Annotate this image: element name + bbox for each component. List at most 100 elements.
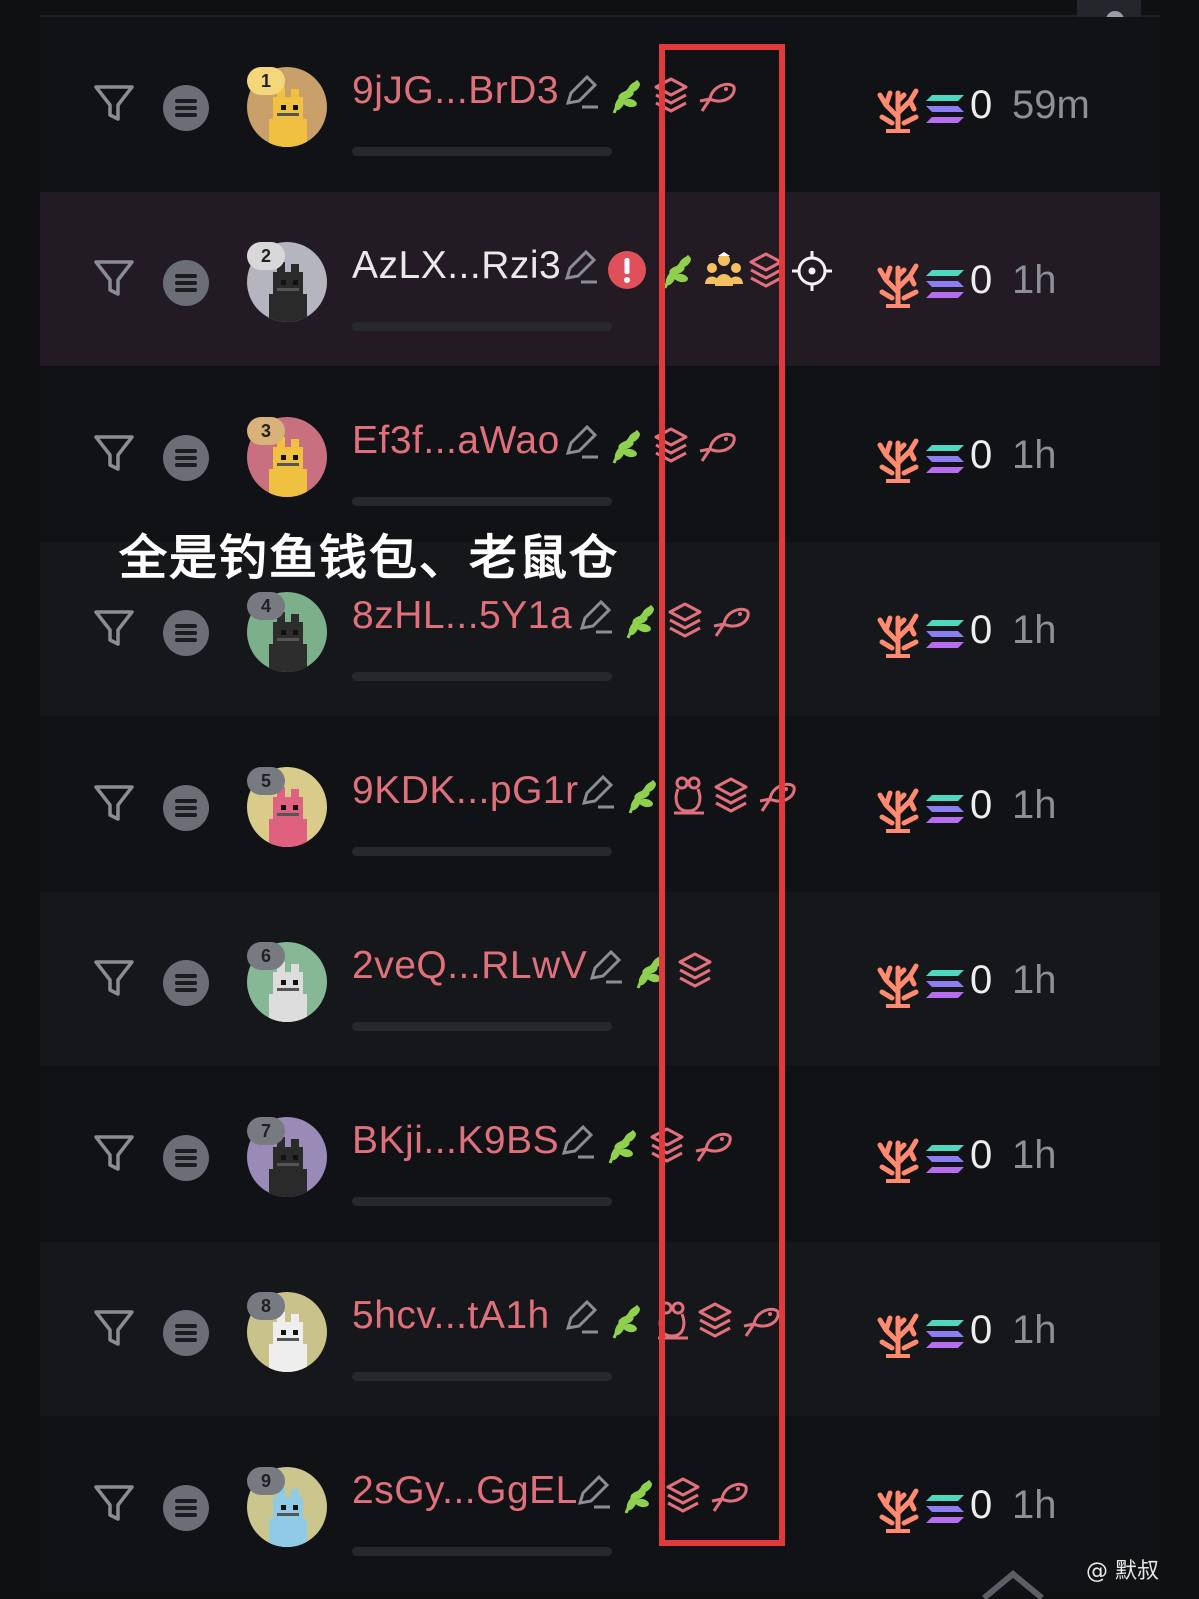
equal-icon[interactable] bbox=[163, 610, 209, 656]
wallet-row[interactable]: 8 5hcv...tA1h 0 1h bbox=[40, 1242, 1160, 1416]
crosshair-icon bbox=[791, 250, 833, 297]
rank-badge: 5 bbox=[247, 767, 285, 795]
coral-icon bbox=[874, 437, 922, 488]
solana-icon bbox=[926, 443, 966, 482]
leaf-icon bbox=[608, 75, 646, 122]
time-ago: 1h bbox=[1012, 433, 1057, 477]
holding-count: 0 bbox=[970, 608, 993, 652]
solana-icon bbox=[926, 793, 966, 832]
wallet-address[interactable]: Ef3f...aWao bbox=[352, 419, 560, 463]
rank-badge: 7 bbox=[247, 1117, 285, 1145]
edit-icon[interactable] bbox=[574, 1473, 612, 1516]
scroll-up-icon[interactable] bbox=[978, 1568, 1048, 1599]
edit-icon[interactable] bbox=[576, 598, 614, 641]
leaf-icon bbox=[624, 775, 662, 822]
progress-bar bbox=[352, 847, 612, 856]
holding-count: 0 bbox=[970, 83, 993, 127]
edit-icon[interactable] bbox=[586, 948, 624, 991]
wallet-address[interactable]: BKji...K9BS bbox=[352, 1119, 559, 1163]
alert-icon bbox=[607, 250, 647, 295]
rank-badge: 1 bbox=[247, 67, 285, 95]
wallet-row[interactable]: 6 2veQ...RLwV 0 1h bbox=[40, 892, 1160, 1066]
solana-icon bbox=[926, 1318, 966, 1357]
equal-icon[interactable] bbox=[163, 1485, 209, 1531]
equal-icon[interactable] bbox=[163, 1135, 209, 1181]
wallet-address[interactable]: 5hcv...tA1h bbox=[352, 1294, 550, 1338]
progress-bar bbox=[352, 147, 612, 156]
filter-icon[interactable] bbox=[92, 956, 136, 1005]
edit-icon[interactable] bbox=[561, 248, 599, 291]
edit-icon[interactable] bbox=[562, 73, 600, 116]
progress-bar bbox=[352, 1197, 612, 1206]
solana-icon bbox=[926, 968, 966, 1007]
equal-icon[interactable] bbox=[163, 260, 209, 306]
edit-icon[interactable] bbox=[562, 1298, 600, 1341]
coral-icon bbox=[874, 1312, 922, 1363]
coral-icon bbox=[874, 1137, 922, 1188]
progress-bar bbox=[352, 322, 612, 331]
wallet-address[interactable]: 9jJG...BrD3 bbox=[352, 69, 559, 113]
progress-bar bbox=[352, 497, 612, 506]
time-ago: 1h bbox=[1012, 1483, 1057, 1527]
equal-icon[interactable] bbox=[163, 435, 209, 481]
solana-icon bbox=[926, 93, 966, 132]
holding-count: 0 bbox=[970, 1308, 993, 1352]
wallet-address[interactable]: 2veQ...RLwV bbox=[352, 944, 587, 988]
wallet-address[interactable]: AzLX...Rzi3 bbox=[352, 244, 561, 288]
holding-count: 0 bbox=[970, 433, 993, 477]
wallet-address[interactable]: 9KDK...pG1r bbox=[352, 769, 579, 813]
rank-badge: 2 bbox=[247, 242, 285, 270]
equal-icon[interactable] bbox=[163, 85, 209, 131]
leaf-icon bbox=[608, 425, 646, 472]
progress-bar bbox=[352, 672, 612, 681]
time-ago: 1h bbox=[1012, 258, 1057, 302]
solana-icon bbox=[926, 1143, 966, 1182]
time-ago: 59m bbox=[1012, 83, 1090, 127]
filter-icon[interactable] bbox=[92, 431, 136, 480]
wallet-row[interactable]: 5 9KDK...pG1r 0 1h bbox=[40, 717, 1160, 891]
time-ago: 1h bbox=[1012, 1133, 1057, 1177]
leaf-icon bbox=[620, 1475, 658, 1522]
edit-icon[interactable] bbox=[562, 423, 600, 466]
filter-icon[interactable] bbox=[92, 1131, 136, 1180]
edit-icon[interactable] bbox=[578, 773, 616, 816]
rank-badge: 6 bbox=[247, 942, 285, 970]
edit-icon[interactable] bbox=[558, 1123, 596, 1166]
filter-icon[interactable] bbox=[92, 781, 136, 830]
rank-badge: 8 bbox=[247, 1292, 285, 1320]
coral-icon bbox=[874, 1487, 922, 1538]
coral-icon bbox=[874, 87, 922, 138]
filter-icon[interactable] bbox=[92, 606, 136, 655]
holding-count: 0 bbox=[970, 258, 993, 302]
wallet-row[interactable]: 3 Ef3f...aWao 0 1h bbox=[40, 367, 1160, 541]
wallet-row[interactable]: 7 BKji...K9BS 0 1h bbox=[40, 1067, 1160, 1241]
solana-icon bbox=[926, 618, 966, 657]
coral-icon bbox=[874, 612, 922, 663]
leaf-icon bbox=[608, 1300, 646, 1347]
wallet-row[interactable]: 9 2sGy...GgEL 0 1h bbox=[40, 1417, 1160, 1591]
annotation-caption: 全是钓鱼钱包、老鼠仓 bbox=[119, 530, 620, 586]
equal-icon[interactable] bbox=[163, 1310, 209, 1356]
equal-icon[interactable] bbox=[163, 785, 209, 831]
holding-count: 0 bbox=[970, 1133, 993, 1177]
wallet-row[interactable]: 1 9jJG...BrD3 0 59m bbox=[40, 17, 1160, 191]
wallet-row[interactable]: 2 AzLX...Rzi3 0 1h bbox=[40, 192, 1160, 366]
time-ago: 1h bbox=[1012, 608, 1057, 652]
filter-icon[interactable] bbox=[92, 256, 136, 305]
coral-icon bbox=[874, 962, 922, 1013]
time-ago: 1h bbox=[1012, 958, 1057, 1002]
wallet-address[interactable]: 2sGy...GgEL bbox=[352, 1469, 578, 1513]
time-ago: 1h bbox=[1012, 783, 1057, 827]
holding-count: 0 bbox=[970, 783, 993, 827]
wallet-address[interactable]: 8zHL...5Y1a bbox=[352, 594, 572, 638]
filter-icon[interactable] bbox=[92, 1306, 136, 1355]
filter-icon[interactable] bbox=[92, 81, 136, 130]
progress-bar bbox=[352, 1547, 612, 1556]
solana-icon bbox=[926, 1493, 966, 1532]
filter-icon[interactable] bbox=[92, 1481, 136, 1530]
holding-count: 0 bbox=[970, 1483, 993, 1527]
time-ago: 1h bbox=[1012, 1308, 1057, 1352]
leaf-icon bbox=[604, 1125, 642, 1172]
equal-icon[interactable] bbox=[163, 960, 209, 1006]
holding-count: 0 bbox=[970, 958, 993, 1002]
